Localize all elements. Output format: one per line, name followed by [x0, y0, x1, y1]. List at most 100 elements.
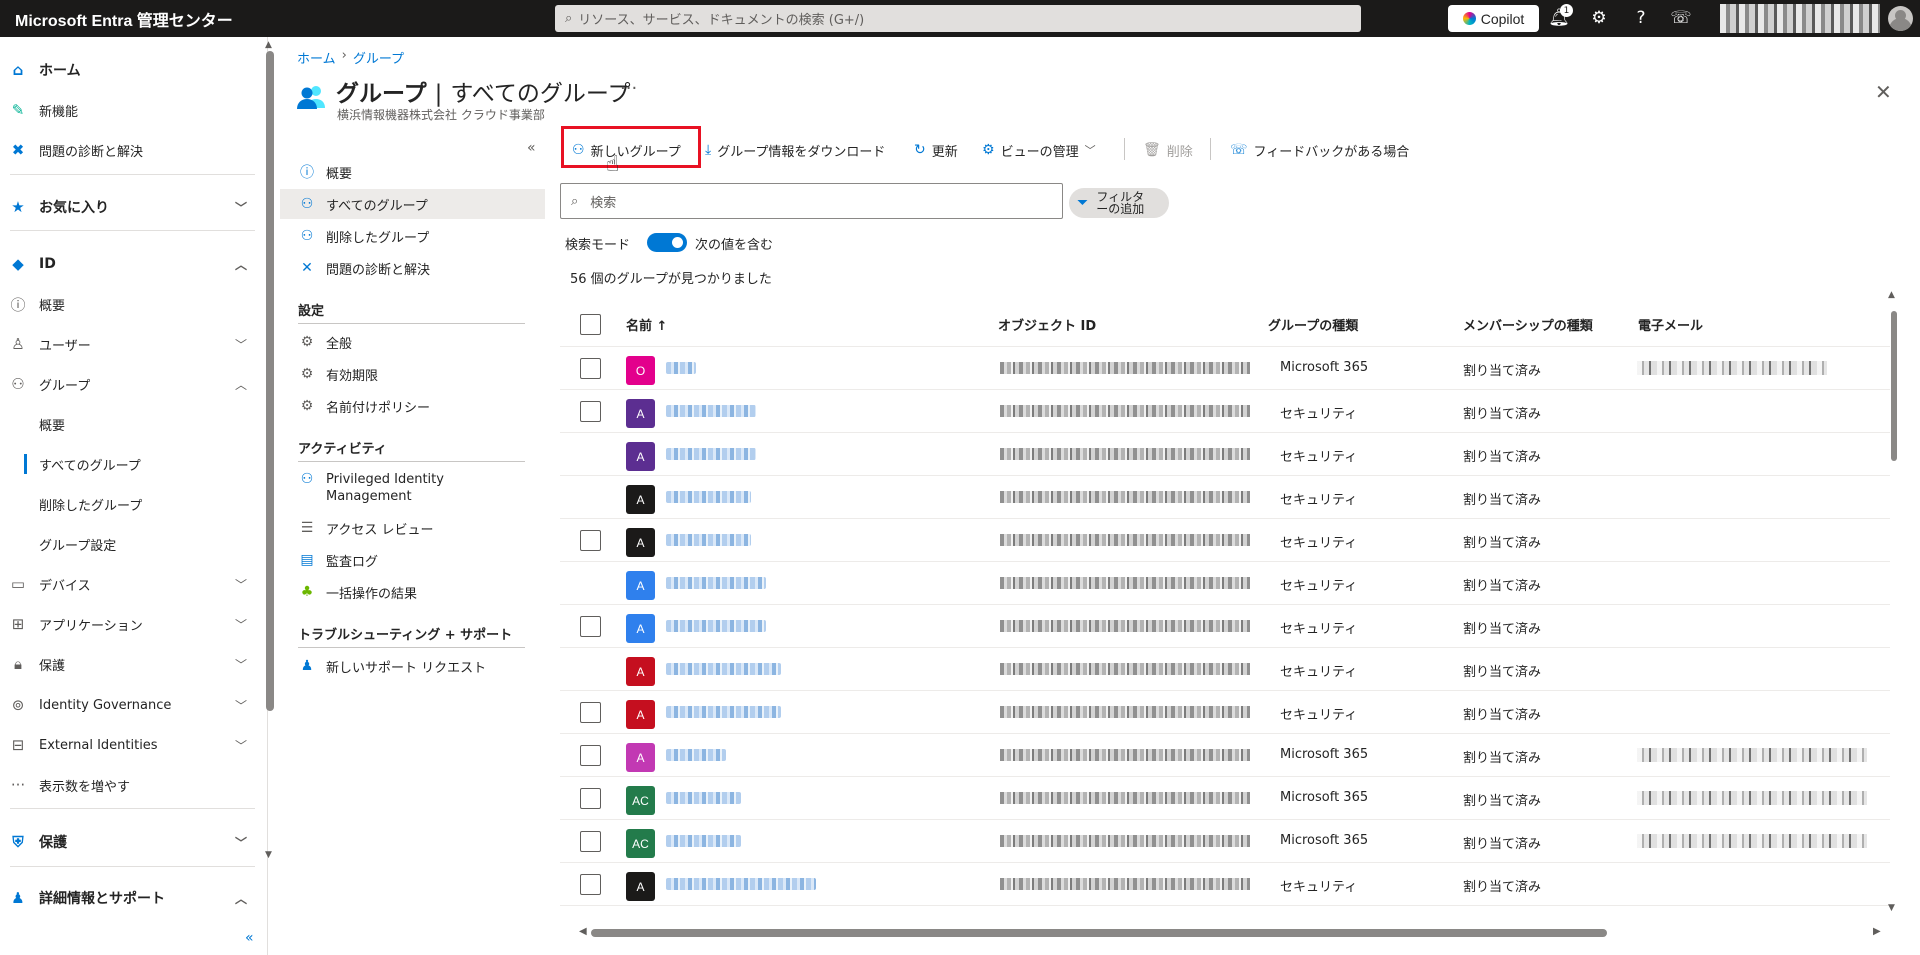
group-name-link-blurred[interactable]	[666, 749, 726, 761]
add-filter-button[interactable]: ⏷ フィルタ ーの追加	[1069, 188, 1169, 218]
group-name-link-blurred[interactable]	[666, 534, 751, 546]
nav-applications[interactable]: ⊞ アプリケーション ﹀	[0, 606, 255, 642]
subnav-expiration[interactable]: ⚙ 有効期限	[280, 359, 545, 389]
subnav-diagnose[interactable]: ✕ 問題の診断と解決	[280, 253, 545, 283]
row-checkbox[interactable]	[580, 358, 601, 379]
table-row[interactable]: AC Microsoft 365 割り当て済み	[560, 820, 1890, 863]
group-name-link-blurred[interactable]	[666, 620, 766, 632]
group-name-link-blurred[interactable]	[666, 706, 781, 718]
close-blade-button[interactable]: ✕	[1875, 80, 1892, 104]
row-checkbox[interactable]	[580, 702, 601, 723]
group-name-link-blurred[interactable]	[666, 362, 696, 374]
table-scroll-down-arrow[interactable]: ▼	[1888, 903, 1895, 913]
subnav-general[interactable]: ⚙ 全般	[280, 327, 545, 357]
help-button[interactable]: ?	[1630, 7, 1652, 29]
select-all-checkbox[interactable]	[580, 314, 601, 335]
group-name-link-blurred[interactable]	[666, 577, 766, 589]
settings-button[interactable]: ⚙	[1588, 7, 1610, 29]
copilot-button[interactable]: Copilot	[1448, 5, 1539, 32]
column-header-group-type[interactable]: グループの種類	[1268, 302, 1358, 346]
group-name-link-blurred[interactable]	[666, 448, 756, 460]
manage-view-button[interactable]: ⚙ ビューの管理 ﹀	[982, 136, 1096, 164]
notifications-button[interactable]: 🔔︎ 1	[1548, 4, 1573, 29]
collapse-subnav-button[interactable]: «	[527, 140, 536, 156]
table-row[interactable]: A セキュリティ 割り当て済み	[560, 605, 1890, 648]
nav-groups-overview[interactable]: 概要	[0, 406, 255, 442]
table-row[interactable]: A セキュリティ 割り当て済み	[560, 433, 1890, 476]
nav-groups[interactable]: ⚇ グループ ︿	[0, 366, 255, 402]
breadcrumb-home[interactable]: ホーム	[297, 48, 336, 67]
search-mode-toggle[interactable]	[647, 233, 687, 252]
nav-whats-new[interactable]: ✎ 新機能	[0, 92, 255, 128]
nav-scroll-down-arrow[interactable]: ▼	[265, 850, 272, 860]
column-header-object-id[interactable]: オブジェクト ID	[998, 302, 1096, 346]
row-checkbox[interactable]	[580, 745, 601, 766]
group-name-link-blurred[interactable]	[666, 491, 751, 503]
table-scroll-right-arrow[interactable]: ▶	[1873, 926, 1881, 937]
table-row[interactable]: A セキュリティ 割り当て済み	[560, 390, 1890, 433]
account-avatar[interactable]	[1888, 6, 1913, 31]
breadcrumb-groups[interactable]: グループ	[353, 48, 404, 67]
nav-show-more[interactable]: ··· 表示数を増やす	[0, 767, 255, 803]
nav-learn-support[interactable]: ♟ 詳細情報とサポート ︿	[0, 880, 255, 916]
group-search-input[interactable]: ⌕ 検索	[560, 183, 1063, 219]
table-horizontal-scroll-thumb[interactable]	[591, 929, 1607, 937]
feedback-button-toolbar[interactable]: ☏ フィードバックがある場合	[1230, 136, 1409, 164]
table-scroll-left-arrow[interactable]: ◀	[579, 926, 587, 937]
subnav-all-groups[interactable]: ⚇ すべてのグループ	[280, 189, 545, 219]
column-header-membership-type[interactable]: メンバーシップの種類	[1463, 302, 1593, 346]
subnav-overview[interactable]: ⓘ 概要	[280, 157, 545, 187]
collapse-nav-button[interactable]: «	[245, 930, 254, 946]
more-options-button[interactable]: ···	[620, 78, 637, 99]
group-name-link-blurred[interactable]	[666, 663, 781, 675]
app-title[interactable]: Microsoft Entra 管理センター	[0, 7, 555, 31]
column-header-email[interactable]: 電子メール	[1638, 302, 1703, 346]
table-vertical-scroll-thumb[interactable]	[1891, 311, 1897, 461]
column-header-name[interactable]: 名前 ↑	[626, 302, 667, 346]
subnav-access-reviews[interactable]: ☰ アクセス レビュー	[280, 513, 545, 543]
subnav-new-support[interactable]: ♟ 新しいサポート リクエスト	[280, 651, 545, 681]
subnav-bulk-results[interactable]: ♣ 一括操作の結果	[280, 577, 545, 607]
nav-overview[interactable]: ⓘ 概要	[0, 286, 255, 322]
table-row[interactable]: A セキュリティ 割り当て済み	[560, 562, 1890, 605]
delete-button[interactable]: 🗑︎ 削除	[1143, 136, 1193, 164]
nav-scrollbar[interactable]	[266, 51, 274, 711]
row-checkbox[interactable]	[580, 616, 601, 637]
table-row[interactable]: A セキュリティ 割り当て済み	[560, 476, 1890, 519]
nav-group-settings[interactable]: グループ設定	[0, 526, 255, 562]
download-button[interactable]: ⤓ グループ情報をダウンロード	[705, 136, 885, 164]
row-checkbox[interactable]	[580, 831, 601, 852]
nav-external-identities[interactable]: ⊟ External Identities ﹀	[0, 727, 255, 763]
nav-all-groups[interactable]: すべてのグループ	[0, 446, 255, 482]
row-checkbox[interactable]	[580, 530, 601, 551]
table-row[interactable]: A Microsoft 365 割り当て済み	[560, 734, 1890, 777]
row-checkbox[interactable]	[580, 401, 601, 422]
refresh-button[interactable]: ↻ 更新	[914, 136, 958, 164]
nav-scroll-up-arrow[interactable]: ▲	[265, 40, 272, 50]
group-name-link-blurred[interactable]	[666, 792, 741, 804]
nav-devices[interactable]: ▭ デバイス ﹀	[0, 566, 255, 602]
subnav-deleted-groups[interactable]: ⚇ 削除したグループ	[280, 221, 545, 251]
feedback-button[interactable]: ☏	[1670, 7, 1692, 29]
nav-deleted-groups[interactable]: 削除したグループ	[0, 486, 255, 522]
nav-protection[interactable]: 🔒︎ 保護 ﹀	[0, 646, 255, 682]
nav-id[interactable]: ◆ ID ︿	[0, 246, 255, 282]
table-row[interactable]: O Microsoft 365 割り当て済み	[560, 347, 1890, 390]
row-checkbox[interactable]	[580, 788, 601, 809]
nav-users[interactable]: ♙ ユーザー ﹀	[0, 326, 255, 362]
group-name-link-blurred[interactable]	[666, 835, 741, 847]
nav-protection-section[interactable]: ⛨ 保護 ﹀	[0, 824, 255, 860]
nav-favorites[interactable]: ★ お気に入り ﹀	[0, 189, 255, 225]
nav-home[interactable]: ⌂ ホーム	[0, 52, 255, 88]
group-name-link-blurred[interactable]	[666, 405, 756, 417]
subnav-audit-logs[interactable]: ▤ 監査ログ	[280, 545, 545, 575]
nav-diagnose[interactable]: ✖ 問題の診断と解決	[0, 132, 255, 168]
table-row[interactable]: A セキュリティ 割り当て済み	[560, 648, 1890, 691]
subnav-naming-policy[interactable]: ⚙ 名前付けポリシー	[280, 391, 545, 421]
table-row[interactable]: AC Microsoft 365 割り当て済み	[560, 777, 1890, 820]
subnav-pim[interactable]: ⚇ Privileged Identity Management	[280, 468, 545, 506]
group-name-link-blurred[interactable]	[666, 878, 816, 890]
table-row[interactable]: A セキュリティ 割り当て済み	[560, 691, 1890, 734]
table-row[interactable]: A セキュリティ 割り当て済み	[560, 863, 1890, 906]
global-search-input[interactable]: ⌕ リソース、サービス、ドキュメントの検索 (G+/)	[555, 5, 1361, 32]
